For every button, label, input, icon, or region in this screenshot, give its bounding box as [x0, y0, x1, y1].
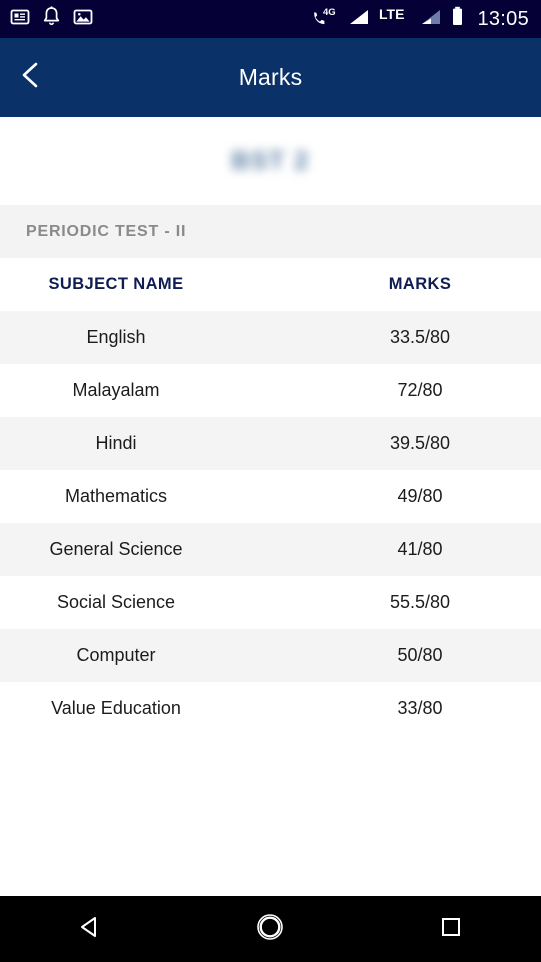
image-photo-icon [73, 7, 93, 32]
cell-subject: English [86, 327, 146, 347]
cell-marks: 72/80 [397, 380, 443, 400]
column-header-subject: SUBJECT NAME [48, 275, 184, 293]
table-row[interactable]: English 33.5/80 [0, 311, 541, 364]
phone-4g-icon: 4G [312, 6, 337, 32]
table-row[interactable]: Computer 50/80 [0, 629, 541, 682]
column-header-marks: MARKS [388, 275, 452, 293]
cell-marks: 39.5/80 [389, 433, 451, 453]
app-bar: Marks [0, 38, 541, 117]
section-header-label: PERIODIC TEST - II [26, 222, 187, 240]
table-header-row: SUBJECT NAME MARKS [0, 258, 541, 311]
exam-title-container: BST 2 [0, 117, 541, 205]
cell-subject: Mathematics [64, 486, 168, 506]
lte-label: LTE [379, 6, 409, 32]
cell-marks: 33.5/80 [389, 327, 451, 347]
battery-icon [451, 6, 464, 32]
cell-marks: 33/80 [397, 698, 443, 718]
cell-subject: General Science [49, 539, 183, 559]
svg-text:4G: 4G [323, 7, 336, 18]
recents-nav-button[interactable] [411, 896, 491, 962]
back-nav-button[interactable] [50, 896, 130, 962]
cell-subject: Social Science [56, 592, 176, 612]
back-button[interactable] [0, 38, 62, 117]
android-nav-bar [0, 896, 541, 962]
phone-screen: 4G LTE 13:05 Marks BST 2 PERIODIC TEST -… [0, 0, 541, 962]
triangle-left-icon [76, 913, 104, 946]
table-row[interactable]: Mathematics 49/80 [0, 470, 541, 523]
cell-marks: 41/80 [397, 539, 443, 559]
table-row[interactable]: General Science 41/80 [0, 523, 541, 576]
page-title: Marks [238, 64, 303, 90]
status-bar: 4G LTE 13:05 [0, 0, 541, 38]
table-row[interactable]: Malayalam 72/80 [0, 364, 541, 417]
cell-subject: Hindi [95, 433, 137, 453]
signal-bars-secondary-icon [418, 7, 442, 32]
notification-bell-icon [42, 6, 61, 32]
table-row[interactable]: Social Science 55.5/80 [0, 576, 541, 629]
home-nav-button[interactable] [230, 896, 310, 962]
cell-marks: 55.5/80 [389, 592, 451, 612]
signal-bars-icon [346, 7, 370, 32]
marks-table: SUBJECT NAME MARKS English 33.5/80 Malay… [0, 258, 541, 896]
news-document-icon [10, 7, 30, 32]
cell-subject: Computer [76, 645, 156, 665]
chevron-left-icon [18, 60, 44, 95]
status-bar-clock: 13:05 [477, 7, 529, 30]
status-bar-left-icons [10, 6, 93, 32]
circle-home-icon [254, 911, 286, 948]
table-row[interactable]: Value Education 33/80 [0, 682, 541, 735]
table-row[interactable]: Hindi 39.5/80 [0, 417, 541, 470]
square-recents-icon [438, 914, 464, 945]
cell-subject: Value Education [51, 698, 181, 718]
cell-marks: 50/80 [397, 645, 443, 665]
status-bar-right-icons: 4G LTE 13:05 [312, 6, 529, 32]
section-header: PERIODIC TEST - II [0, 205, 541, 258]
cell-marks: 49/80 [397, 486, 443, 506]
cell-subject: Malayalam [72, 380, 160, 400]
exam-title-blurred: BST 2 [231, 146, 310, 175]
svg-text:LTE: LTE [379, 7, 404, 22]
